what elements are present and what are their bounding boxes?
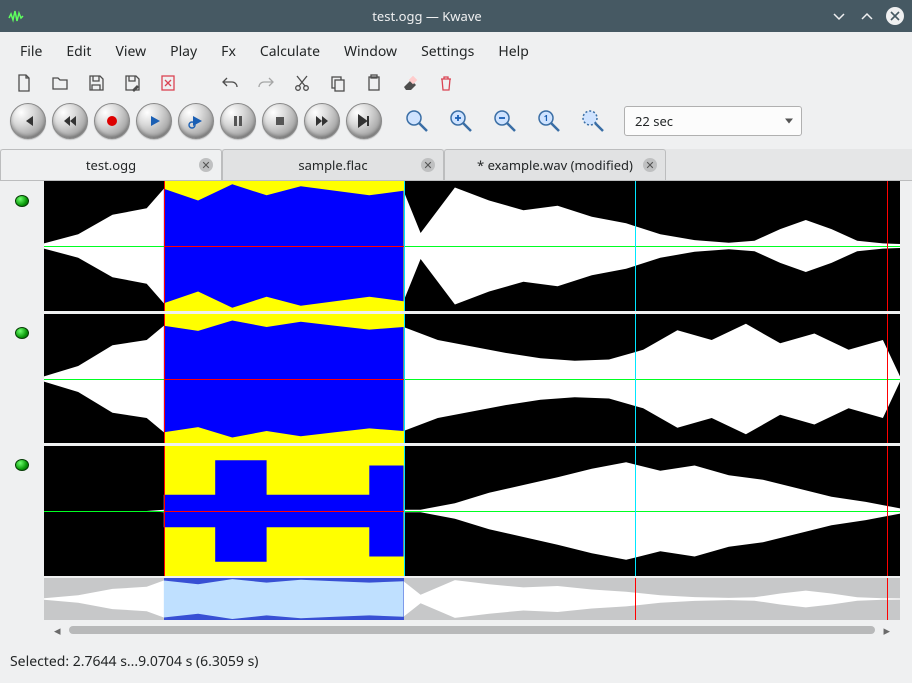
menu-calculate[interactable]: Calculate [248,38,332,65]
track-enable-2[interactable] [0,313,44,445]
rewind-button[interactable] [52,103,88,139]
copy-icon[interactable] [328,73,348,93]
document-tab-1[interactable]: sample.flac ✕ [222,149,444,180]
zoom-in-icon[interactable] [444,104,478,138]
zoom-toolbar: 1 [400,104,610,138]
svg-text:1: 1 [544,113,549,124]
status-bar: Selected: 2.7644 s...9.0704 s (6.3059 s) [0,640,912,683]
forward-button[interactable] [304,103,340,139]
close-button[interactable] [886,7,904,25]
menu-fx[interactable]: Fx [209,38,248,65]
menubar: File Edit View Play Fx Calculate Window … [0,32,912,71]
document-tab-label: test.ogg [86,156,136,174]
track-1[interactable] [44,181,900,314]
menu-window[interactable]: Window [332,38,409,65]
stop-button[interactable] [262,103,298,139]
document-tab-2[interactable]: * example.wav (modified) ✕ [444,149,666,180]
menu-view[interactable]: View [103,38,158,65]
erase-icon[interactable] [400,73,420,93]
track-3[interactable] [44,446,900,576]
track-enable-3[interactable] [0,445,44,577]
play-button[interactable] [136,103,172,139]
redo-icon[interactable] [256,73,276,93]
maximize-button[interactable] [858,7,876,25]
window-title: test.ogg — Kwave [24,7,830,25]
zoom-tool-icon[interactable] [400,104,434,138]
skip-start-button[interactable] [10,103,46,139]
horizontal-scrollbar[interactable]: ◂ ▸ [44,620,900,640]
right-margin [900,181,912,640]
zoom-fit-icon[interactable] [576,104,610,138]
document-tab-label: * example.wav (modified) [477,156,633,174]
record-button[interactable] [94,103,130,139]
document-tab-label: sample.flac [298,156,367,174]
save-as-icon[interactable] [122,73,142,93]
save-icon[interactable] [86,73,106,93]
skip-end-button[interactable] [346,103,382,139]
close-icon[interactable]: ✕ [643,158,657,172]
menu-help[interactable]: Help [486,38,541,65]
menu-edit[interactable]: Edit [54,38,103,65]
close-icon[interactable]: ✕ [421,158,435,172]
track-gutter [0,181,44,640]
pause-button[interactable] [220,103,256,139]
undo-icon[interactable] [220,73,240,93]
new-file-icon[interactable] [14,73,34,93]
waveform-area[interactable] [44,181,900,576]
delete-icon[interactable] [436,73,456,93]
editor-area: ◂ ▸ [0,181,912,640]
open-folder-icon[interactable] [50,73,70,93]
scroll-right-icon[interactable]: ▸ [879,621,894,639]
scrollbar-track[interactable] [69,626,876,634]
zoom-level-value: 22 sec [635,112,673,130]
status-selection-text: Selected: 2.7644 s...9.0704 s (6.3059 s) [10,652,258,671]
zoom-out-icon[interactable] [488,104,522,138]
menu-file[interactable]: File [8,38,54,65]
menu-settings[interactable]: Settings [409,38,486,65]
paste-icon[interactable] [364,73,384,93]
track-enable-1[interactable] [0,181,44,313]
toolbar-transport: 1 22 sec [0,99,912,149]
document-tabs: test.ogg ✕ sample.flac ✕ * example.wav (… [0,149,912,181]
play-loop-button[interactable] [178,103,214,139]
toolbar-file [0,71,912,99]
minimize-button[interactable] [830,7,848,25]
zoom-1to1-icon[interactable]: 1 [532,104,566,138]
close-icon[interactable]: ✕ [199,158,213,172]
overview-strip[interactable] [44,578,900,620]
titlebar: test.ogg — Kwave [0,0,912,32]
cut-icon[interactable] [292,73,312,93]
app-icon [8,8,24,24]
scroll-left-icon[interactable]: ◂ [50,621,65,639]
track-2[interactable] [44,314,900,447]
document-tab-0[interactable]: test.ogg ✕ [0,149,222,180]
close-file-icon[interactable] [158,73,178,93]
zoom-level-select[interactable]: 22 sec [624,106,802,136]
menu-play[interactable]: Play [158,38,209,65]
